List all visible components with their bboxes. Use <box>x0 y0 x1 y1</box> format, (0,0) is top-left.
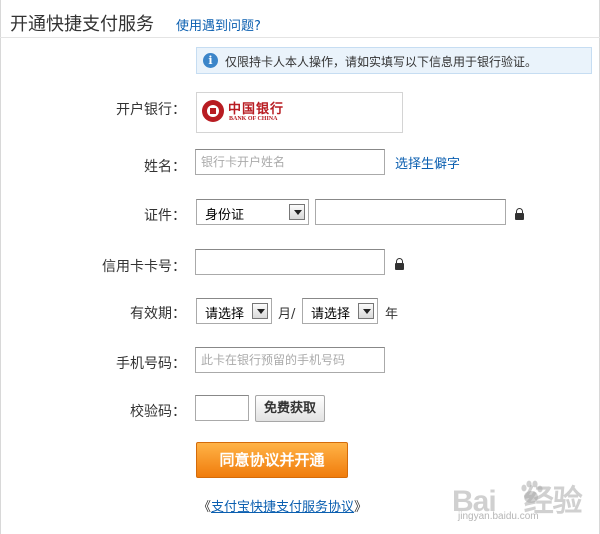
bank-logo-cn: 中国银行 <box>228 102 285 117</box>
expiry-label: 有效期： <box>130 306 186 322</box>
agreement-line: 《支付宝快捷支付服务协议》 <box>198 496 367 515</box>
lock-icon <box>395 258 404 270</box>
id-type-value: 身份证 <box>205 208 245 223</box>
phone-input[interactable] <box>195 347 385 373</box>
bank-label: 开户银行： <box>116 102 186 118</box>
notice-bar: i 仅限持卡人本人操作，请如实填写以下信息用于银行验证。 <box>196 47 592 74</box>
rare-character-link[interactable]: 选择生僻字 <box>395 153 460 172</box>
agree-and-activate-button[interactable]: 同意协议并开通 <box>196 442 348 478</box>
expiry-year-select[interactable]: 请选择 <box>302 298 378 324</box>
lock-icon <box>515 208 524 220</box>
expiry-year-value: 请选择 <box>311 307 351 322</box>
id-label: 证件： <box>144 208 186 224</box>
verify-code-input[interactable] <box>195 395 249 421</box>
baidu-jingyan-watermark: Bai 经验 jingyan.baidu.com <box>448 476 594 530</box>
bank-selector[interactable]: 中国银行 BANK OF CHINA <box>196 92 403 133</box>
dropdown-arrow-icon <box>289 204 305 220</box>
year-unit: 年 <box>385 307 399 322</box>
dropdown-arrow-icon <box>252 303 268 319</box>
help-link[interactable]: 使用遇到问题? <box>176 15 261 34</box>
bank-logo-en: BANK OF CHINA <box>229 116 278 122</box>
card-number-label: 信用卡卡号： <box>102 259 186 275</box>
bank-of-china-logo-icon <box>202 100 224 122</box>
id-number-input[interactable] <box>315 199 506 225</box>
card-number-input[interactable] <box>195 249 385 275</box>
dropdown-arrow-icon <box>358 303 374 319</box>
get-code-button[interactable]: 免费获取 <box>255 395 325 422</box>
info-icon: i <box>203 53 218 68</box>
watermark-sub: jingyan.baidu.com <box>458 511 539 522</box>
notice-text: 仅限持卡人本人操作，请如实填写以下信息用于银行验证。 <box>225 55 538 69</box>
agreement-link[interactable]: 支付宝快捷支付服务协议 <box>211 500 354 515</box>
name-label: 姓名： <box>144 159 186 175</box>
expiry-month-select[interactable]: 请选择 <box>196 298 272 324</box>
expiry-month-value: 请选择 <box>205 307 245 322</box>
verify-code-label: 校验码： <box>130 404 186 420</box>
page-title: 开通快捷支付服务 <box>10 14 154 35</box>
name-input[interactable] <box>195 149 385 175</box>
month-unit: 月/ <box>278 307 296 322</box>
paw-icon <box>521 480 543 503</box>
id-type-select[interactable]: 身份证 <box>196 199 309 225</box>
header: 开通快捷支付服务 使用遇到问题? <box>0 0 600 38</box>
phone-label: 手机号码： <box>116 356 186 372</box>
agreement-open-quote: 《 <box>198 500 212 515</box>
agreement-close-quote: 》 <box>354 500 368 515</box>
